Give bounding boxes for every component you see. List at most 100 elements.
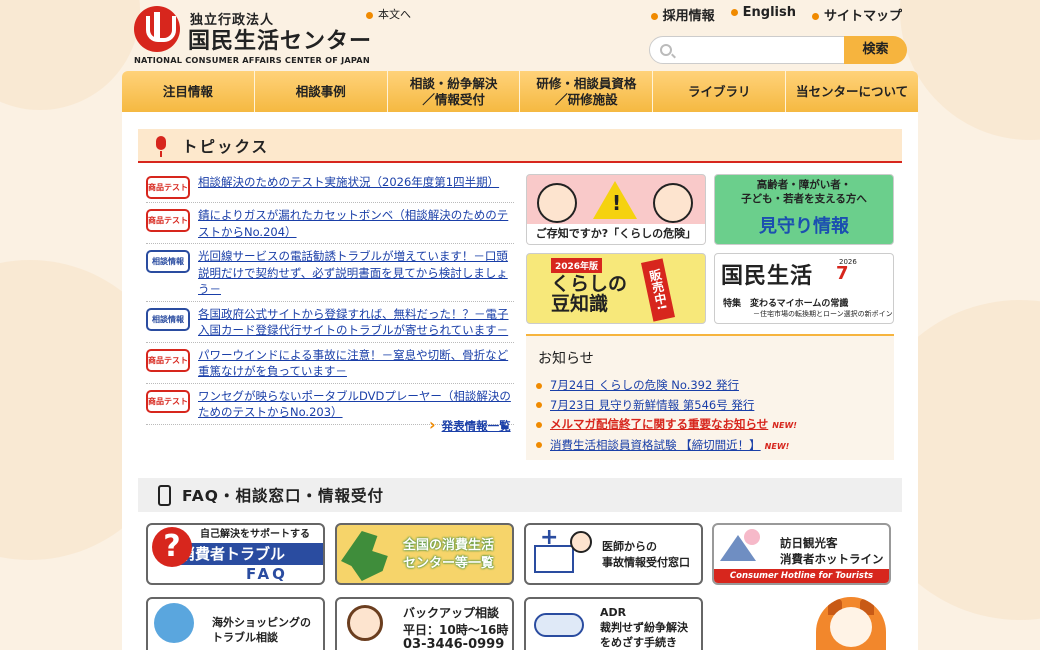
notice-list: 7月24日 くらしの危険 No.392 発行 7月23日 見守り新鮮情報 第54… xyxy=(550,376,797,456)
product-test-badge: 商品テスト xyxy=(146,209,190,232)
product-test-badge: 商品テスト xyxy=(146,389,190,413)
notice-title: お知らせ xyxy=(538,351,594,367)
site-logo[interactable]: 独立行政法人 国民生活センター NATIONAL CONSUMER AFFAIR… xyxy=(134,6,371,66)
edition-tag: 2026年版 xyxy=(551,258,603,273)
tourist-hotline-card[interactable]: 訪日観光客 消費者ホットライン Consumer Hotline for Tou… xyxy=(712,523,891,585)
mamechishiki-banner[interactable]: 2026年版 くらしの豆知識 販売中! xyxy=(526,253,706,324)
bullet-icon xyxy=(811,13,819,20)
search-input[interactable] xyxy=(649,36,849,64)
handshake-icon xyxy=(534,613,584,637)
consumer-centers-list-card[interactable]: 全国の消費生活 センター等一覧 xyxy=(335,523,514,585)
backup-consultation-card[interactable]: バックアップ相談 平日：10時～16時 03-3446-0999 xyxy=(335,597,514,650)
nav-cases[interactable]: 相談事例 xyxy=(255,71,388,112)
topic-link[interactable]: 各国政府公式サイトから登録すれば、無料だった！？－電子入国カード登録代行サイトの… xyxy=(198,306,514,339)
product-test-badge: 商品テスト xyxy=(146,348,190,372)
kokumin-seikatsu-banner[interactable]: 国民生活 2026 7 特集 変わるマイホームの常識 －住宅市場の転換期とローン… xyxy=(714,253,894,324)
mascot-dog-icon[interactable] xyxy=(816,597,886,650)
bullet-icon xyxy=(730,9,738,16)
notice-item[interactable]: 7月23日 見守り新鮮情報 第546号 発行 xyxy=(550,396,797,416)
faq-header: FAQ・相談窓口・情報受付 xyxy=(138,478,902,512)
operator-icon xyxy=(347,605,383,641)
card-title: 全国の消費生活 センター等一覧 xyxy=(403,538,495,571)
card-title: バックアップ相談 平日：10時～16時 xyxy=(403,606,509,637)
top-links: 採用情報 English サイトマップ xyxy=(650,5,902,24)
banner-title: くらしの豆知識 xyxy=(551,273,628,315)
phone-number: 03-3446-0999 xyxy=(403,637,505,650)
topic-item[interactable]: 商品テスト 相談解決のためのテスト実施状況（2026年度第1四半期） xyxy=(146,170,514,203)
bullet-icon xyxy=(650,13,658,20)
nav-featured[interactable]: 注目情報 xyxy=(122,71,255,112)
consumer-trouble-faq-card[interactable]: 自己解決をサポートする 消費者トラブル ? FAQ xyxy=(146,523,325,585)
nav-dispute[interactable]: 相談・紛争解決 ／情報受付 xyxy=(388,71,521,112)
logo-english-text: NATIONAL CONSUMER AFFAIRS CENTER OF JAPA… xyxy=(134,55,370,65)
exclamation-icon: ! xyxy=(612,191,622,215)
person-illustration-icon xyxy=(537,183,577,223)
sitemap-link[interactable]: サイトマップ xyxy=(811,5,902,24)
question-mark-icon: ? xyxy=(152,527,192,567)
english-link[interactable]: English xyxy=(730,5,796,24)
card-faq-label: FAQ xyxy=(246,565,288,583)
skip-to-content-link[interactable]: 本文へ xyxy=(366,6,411,22)
card-english-label: Consumer Hotline for Tourists xyxy=(714,569,889,583)
doctor-accident-report-card[interactable]: + 医師からの 事故情報受付窓口 xyxy=(524,523,703,585)
notice-item[interactable]: 7月24日 くらしの危険 No.392 発行 xyxy=(550,376,797,396)
notice-item-important[interactable]: メルマガ配信終了に関する重要なお知らせ NEW! xyxy=(550,415,797,436)
main-panel: トピックス 商品テスト 相談解決のためのテスト実施状況（2026年度第1四半期）… xyxy=(122,112,918,650)
card-title: ADR 裁判せず紛争解決 をめざす手続き xyxy=(600,606,688,649)
magazine-month: 7 xyxy=(836,263,849,284)
notice-box: お知らせ 7月24日 くらしの危険 No.392 発行 7月23日 見守り新鮮情… xyxy=(526,334,894,460)
consultation-badge: 相談情報 xyxy=(146,307,190,331)
nav-training[interactable]: 研修・相談員資格 ／研修施設 xyxy=(520,71,654,112)
topics-list: 商品テスト 相談解決のためのテスト実施状況（2026年度第1四半期） 商品テスト… xyxy=(146,170,514,425)
magazine-title: 国民生活 xyxy=(721,264,814,289)
card-subtitle: 自己解決をサポートする xyxy=(200,529,310,540)
topic-link[interactable]: 光回線サービスの電話勧誘トラブルが増えています！－口頭説明だけで契約せず、必ず説… xyxy=(198,248,514,298)
new-badge: NEW! xyxy=(772,421,797,430)
card-title: 訪日観光客 消費者ホットライン xyxy=(780,536,884,566)
mascot-face-icon xyxy=(830,607,872,647)
mobile-phone-icon xyxy=(158,485,171,506)
person-illustration-icon xyxy=(653,183,693,223)
adr-card[interactable]: ADR 裁判せず紛争解決 をめざす手続き xyxy=(524,597,703,650)
topic-link[interactable]: 相談解決のためのテスト実施状況（2026年度第1四半期） xyxy=(198,174,499,199)
product-test-badge: 商品テスト xyxy=(146,176,190,199)
doctor-icon xyxy=(570,531,592,553)
consultation-badge: 相談情報 xyxy=(146,250,190,273)
topic-item[interactable]: 相談情報 各国政府公式サイトから登録すれば、無料だった！？－電子入国カード登録代… xyxy=(146,302,514,343)
logo-main-text: 国民生活センター xyxy=(188,29,373,54)
kurashi-no-kiken-banner[interactable]: ! ご存知ですか?「くらしの危険」 xyxy=(526,174,706,245)
site-search: 検索 xyxy=(649,36,907,64)
topic-item[interactable]: 商品テスト 錆によりガスが漏れたカセットボンベ（相談解決のためのテストからNo.… xyxy=(146,203,514,244)
search-icon xyxy=(660,44,672,56)
topics-header: トピックス xyxy=(138,129,902,163)
japan-map-icon xyxy=(341,531,388,581)
topic-link[interactable]: パワーウインドによる事故に注意！－窒息や切断、骨折など重篤なけがを負っています－ xyxy=(198,347,514,380)
topic-link[interactable]: 錆によりガスが漏れたカセットボンベ（相談解決のためのテストからNo.204） xyxy=(198,207,514,240)
card-title: 医師からの 事故情報受付窓口 xyxy=(602,540,690,569)
press-release-list-link[interactable]: 発表情報一覧 xyxy=(429,415,511,434)
envelope-icon xyxy=(534,545,574,573)
topic-item[interactable]: 相談情報 光回線サービスの電話勧誘トラブルが増えています！－口頭説明だけで契約せ… xyxy=(146,244,514,302)
feature-title: 特集 変わるマイホームの常識 xyxy=(723,299,849,309)
topic-item[interactable]: 商品テスト パワーウインドによる事故に注意！－窒息や切断、骨折など重篤なけがを負… xyxy=(146,343,514,384)
logo-mark-icon xyxy=(134,6,180,52)
banner-caption: ご存知ですか?「くらしの危険」 xyxy=(527,224,705,244)
banner-subtitle: 高齢者・障がい者・ 子ども・若者を支える方へ xyxy=(741,179,867,205)
microphone-icon xyxy=(156,136,166,157)
overseas-shopping-card[interactable]: 海外ショッピングの トラブル相談 xyxy=(146,597,325,650)
card-title: 海外ショッピングの トラブル相談 xyxy=(212,616,311,644)
search-button[interactable]: 検索 xyxy=(844,36,907,64)
new-badge: NEW! xyxy=(764,441,790,451)
banner-title: 見守り情報 xyxy=(759,216,849,237)
on-sale-ribbon: 販売中! xyxy=(641,258,675,322)
feature-subtitle: －住宅市場の転換期とローン選択の新ポイント－ xyxy=(753,310,894,318)
nav-library[interactable]: ライブラリ xyxy=(653,71,787,112)
global-nav: 注目情報 相談事例 相談・紛争解決 ／情報受付 研修・相談員資格 ／研修施設 ラ… xyxy=(122,71,918,112)
cherry-blossom-icon xyxy=(744,529,760,545)
mimamori-banner[interactable]: 高齢者・障がい者・ 子ども・若者を支える方へ 見守り情報 xyxy=(714,174,894,245)
recruit-link[interactable]: 採用情報 xyxy=(650,5,715,24)
notice-item[interactable]: 消費生活相談員資格試験 【締切間近！】 NEW! xyxy=(550,436,797,457)
nav-about[interactable]: 当センターについて xyxy=(786,71,918,112)
card-title: 消費者トラブル xyxy=(174,543,323,565)
faq-title: FAQ・相談窓口・情報受付 xyxy=(182,487,384,505)
